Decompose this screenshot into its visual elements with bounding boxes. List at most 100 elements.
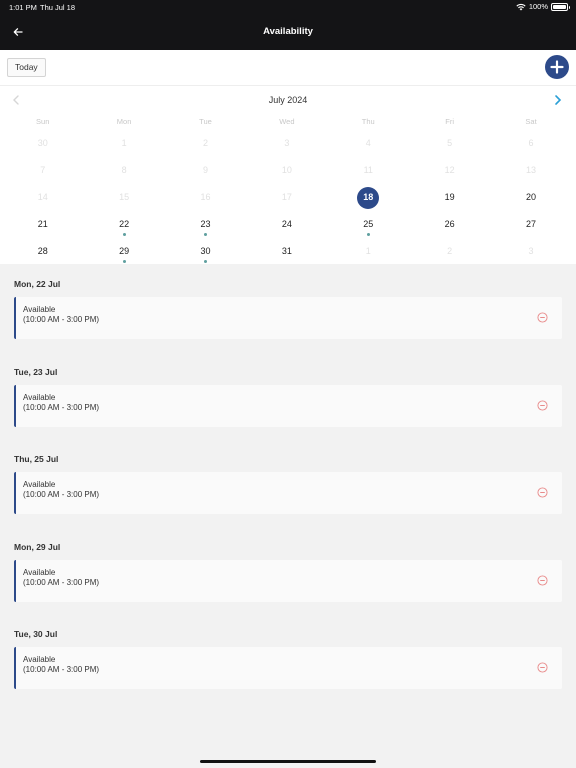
- calendar-day: 14: [37, 192, 48, 202]
- availability-slot-card[interactable]: Available (10:00 AM - 3:00 PM): [14, 647, 562, 689]
- calendar-day: 12: [444, 165, 455, 175]
- calendar-day: 3: [528, 246, 534, 256]
- event-dot: [366, 233, 370, 236]
- weekday-label: Mon: [116, 117, 132, 126]
- calendar-day: 4: [365, 138, 371, 148]
- nav-bar: Availability: [0, 14, 576, 50]
- toolbar: Today: [0, 50, 576, 86]
- slot-status: Available: [23, 655, 56, 664]
- weekday-header-row: Sun Mon Tue Wed Thu Fri Sat: [0, 117, 576, 126]
- battery-percent: 100%: [528, 2, 548, 11]
- minus-circle-icon[interactable]: [537, 312, 548, 323]
- calendar-day[interactable]: 24: [246, 211, 327, 238]
- calendar-day: 11: [363, 165, 373, 175]
- calendar-day[interactable]: 21: [2, 211, 83, 238]
- calendar-day: 10: [281, 165, 292, 175]
- home-indicator[interactable]: [200, 760, 376, 763]
- weekday-label: Wed: [279, 117, 295, 126]
- calendar-day[interactable]: 29: [83, 238, 164, 265]
- calendar-day-selected[interactable]: 18: [328, 184, 409, 211]
- calendar-day-number: 26: [444, 219, 455, 229]
- calendar-day[interactable]: 25: [328, 211, 409, 238]
- slot-status: Available: [23, 568, 56, 577]
- minus-circle-icon[interactable]: [537, 400, 548, 411]
- calendar-day: 3: [284, 138, 290, 148]
- slot-time: (10:00 AM - 3:00 PM): [23, 315, 100, 324]
- event-dot: [203, 260, 207, 263]
- group-date-heading: Tue, 30 Jul: [14, 629, 58, 639]
- group-date-heading: Tue, 23 Jul: [14, 367, 58, 377]
- calendar-day[interactable]: 28: [2, 238, 83, 265]
- calendar-day: 6: [528, 138, 534, 148]
- calendar-day: 9: [202, 165, 208, 175]
- slot-status: Available: [23, 393, 56, 402]
- add-availability-button[interactable]: [545, 55, 569, 79]
- slot-time: (10:00 AM - 3:00 PM): [23, 578, 100, 587]
- calendar-day: 13: [526, 165, 537, 175]
- calendar-day[interactable]: 23: [165, 211, 246, 238]
- calendar-day[interactable]: 26: [409, 211, 490, 238]
- calendar-day-number: 30: [200, 246, 211, 256]
- event-dot: [203, 233, 207, 236]
- status-right: 100%: [516, 2, 570, 11]
- calendar: July 2024 Sun Mon Tue Wed Thu Fri Sat 30…: [0, 86, 576, 264]
- calendar-day-number: 22: [119, 219, 130, 229]
- availability-slot-card[interactable]: Available (10:00 AM - 3:00 PM): [14, 385, 562, 427]
- group-date-heading: Thu, 25 Jul: [14, 454, 59, 464]
- minus-circle-icon[interactable]: [537, 487, 548, 498]
- calendar-day: 30: [37, 138, 48, 148]
- plus-icon: [550, 60, 564, 74]
- next-month-button[interactable]: [554, 93, 562, 111]
- group-date-heading: Mon, 22 Jul: [14, 279, 61, 289]
- weekday-label: Thu: [361, 117, 375, 126]
- slot-status: Available: [23, 305, 56, 314]
- calendar-day[interactable]: 31: [246, 238, 327, 265]
- calendar-day-number: 24: [281, 219, 292, 229]
- calendar-day: 1: [121, 138, 127, 148]
- wifi-icon: [516, 3, 526, 10]
- status-date: Thu Jul 18: [40, 3, 76, 12]
- availability-slot-card[interactable]: Available (10:00 AM - 3:00 PM): [14, 297, 562, 339]
- group-date-heading: Mon, 29 Jul: [14, 542, 61, 552]
- calendar-day[interactable]: 19: [409, 184, 490, 211]
- minus-circle-icon[interactable]: [537, 662, 548, 673]
- calendar-header: July 2024: [0, 86, 576, 114]
- weekday-label: Tue: [199, 117, 212, 126]
- calendar-day-number: 31: [281, 246, 292, 256]
- status-bar: 1:01 PM Thu Jul 18 100%: [0, 0, 576, 14]
- weekday-label: Sat: [525, 117, 537, 126]
- availability-slot-card[interactable]: Available (10:00 AM - 3:00 PM): [14, 560, 562, 602]
- calendar-day[interactable]: 20: [490, 184, 571, 211]
- calendar-day[interactable]: 27: [490, 211, 571, 238]
- calendar-day-number: 28: [37, 246, 48, 256]
- month-title: July 2024: [268, 95, 308, 105]
- calendar-day: 15: [119, 192, 130, 202]
- calendar-day-number: 27: [526, 219, 537, 229]
- availability-slot-card[interactable]: Available (10:00 AM - 3:00 PM): [14, 472, 562, 514]
- calendar-day: 2: [202, 138, 208, 148]
- calendar-day: 17: [281, 192, 292, 202]
- chevron-right-icon: [555, 95, 562, 105]
- weekday-label: Fri: [445, 117, 455, 126]
- calendar-day[interactable]: 30: [165, 238, 246, 265]
- calendar-day-number: 21: [37, 219, 48, 229]
- calendar-days-grid: 30 1 2 3 4 5 6 7 8 9 10 11 12 13 14 15 1…: [0, 130, 576, 265]
- slot-time: (10:00 AM - 3:00 PM): [23, 403, 100, 412]
- slot-status: Available: [23, 480, 56, 489]
- battery-icon: [551, 2, 570, 11]
- calendar-day: 16: [200, 192, 211, 202]
- calendar-day: 2: [447, 246, 453, 256]
- today-button[interactable]: Today: [7, 58, 46, 77]
- calendar-day-number: 18: [363, 192, 374, 202]
- event-dot: [122, 233, 126, 236]
- minus-circle-icon[interactable]: [537, 575, 548, 586]
- calendar-day-number: 25: [363, 219, 374, 229]
- slot-time: (10:00 AM - 3:00 PM): [23, 490, 100, 499]
- calendar-day: 5: [447, 138, 453, 148]
- calendar-day[interactable]: 22: [83, 211, 164, 238]
- calendar-day: 8: [121, 165, 127, 175]
- weekday-label: Sun: [36, 117, 50, 126]
- status-time: 1:01 PM: [9, 3, 37, 12]
- calendar-day: 1: [365, 246, 371, 256]
- calendar-day: 7: [40, 165, 46, 175]
